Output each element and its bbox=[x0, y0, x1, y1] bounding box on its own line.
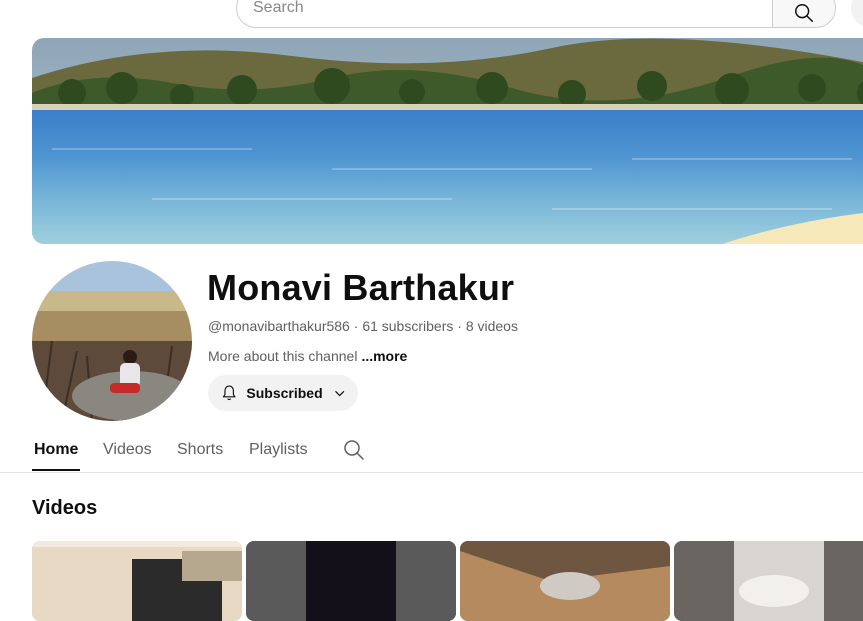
meta-separator: · bbox=[457, 318, 462, 334]
search-icon bbox=[795, 4, 813, 22]
chevron-down-icon bbox=[334, 390, 344, 397]
channel-handle: @monavibarthakur586 bbox=[208, 318, 350, 334]
voice-search-button[interactable] bbox=[851, 0, 863, 28]
channel-about[interactable]: More about this channel ...more bbox=[208, 346, 407, 366]
active-tab-indicator bbox=[32, 469, 80, 471]
search-input[interactable] bbox=[236, 0, 772, 28]
subscribed-label: Subscribed bbox=[246, 385, 323, 401]
subscribed-button[interactable]: Subscribed bbox=[208, 375, 358, 411]
video-thumbnail[interactable] bbox=[674, 541, 863, 621]
video-count: 8 videos bbox=[465, 318, 518, 334]
subscriber-count: 61 subscribers bbox=[362, 318, 454, 334]
about-more-link[interactable]: ...more bbox=[361, 348, 407, 364]
video-thumbnail[interactable] bbox=[246, 541, 456, 621]
search-button[interactable] bbox=[772, 0, 836, 28]
channel-meta: @monavibarthakur586 · 61 subscribers · 8… bbox=[208, 316, 518, 336]
tab-shorts[interactable]: Shorts bbox=[177, 440, 223, 460]
channel-tabs: Home Videos Shorts Playlists bbox=[0, 430, 863, 473]
channel-avatar[interactable] bbox=[32, 261, 192, 421]
channel-name: Monavi Barthakur bbox=[207, 267, 515, 308]
video-thumbnail[interactable] bbox=[460, 541, 670, 621]
bell-icon bbox=[222, 385, 236, 401]
section-title: Videos bbox=[32, 497, 98, 519]
video-thumbnail[interactable] bbox=[32, 541, 242, 621]
about-text: More about this channel bbox=[208, 348, 358, 364]
meta-separator: · bbox=[353, 318, 359, 334]
tab-playlists[interactable]: Playlists bbox=[249, 440, 308, 460]
channel-banner bbox=[32, 38, 863, 244]
search-icon[interactable] bbox=[342, 438, 366, 462]
tab-home[interactable]: Home bbox=[34, 440, 78, 460]
search-bar bbox=[236, 0, 836, 30]
tab-videos[interactable]: Videos bbox=[103, 440, 152, 460]
